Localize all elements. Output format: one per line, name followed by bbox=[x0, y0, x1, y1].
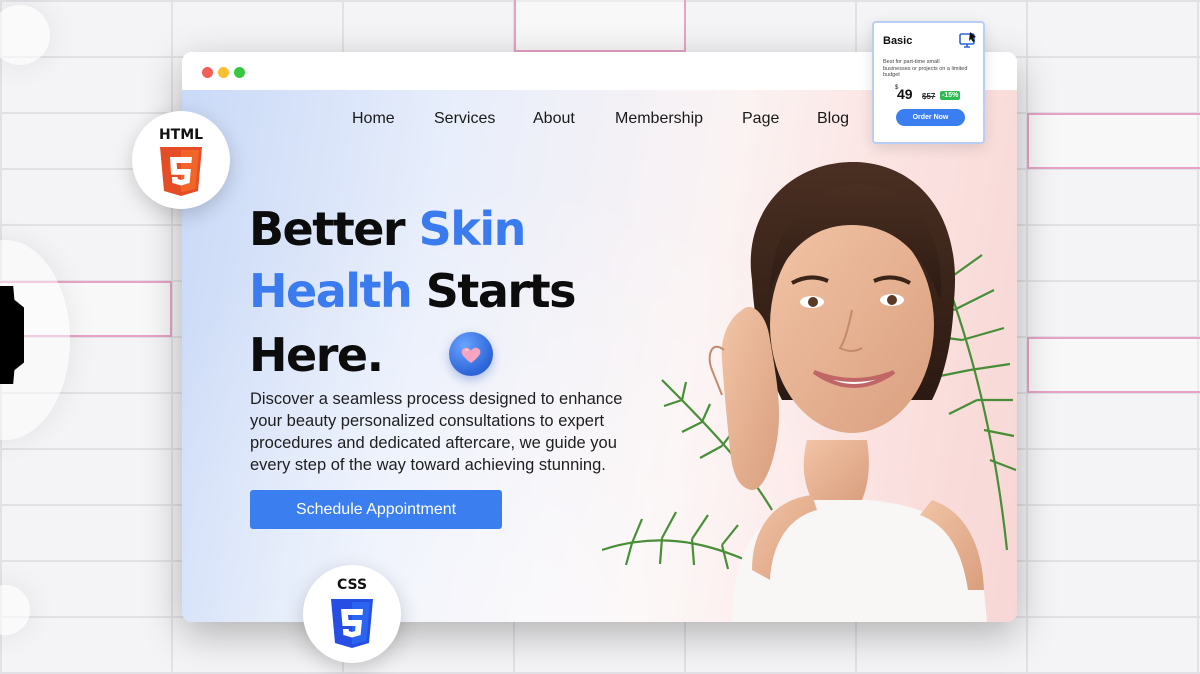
nav-blog[interactable]: Blog bbox=[817, 110, 849, 128]
schedule-appointment-button[interactable]: Schedule Appointment bbox=[250, 490, 502, 529]
maximize-dot[interactable] bbox=[234, 67, 245, 78]
heart-icon bbox=[449, 332, 493, 376]
html5-badge-label: HTML bbox=[158, 127, 204, 143]
hero-model-image bbox=[602, 161, 1017, 622]
css3-badge: CSS bbox=[303, 565, 401, 663]
close-dot[interactable] bbox=[202, 67, 213, 78]
grid-highlight-top bbox=[514, 0, 686, 52]
order-now-button[interactable]: Order Now bbox=[896, 109, 965, 126]
html5-badge: HTML bbox=[132, 111, 230, 209]
css3-shield-icon bbox=[331, 599, 373, 648]
nav-page[interactable]: Page bbox=[742, 110, 779, 128]
nav-home[interactable]: Home bbox=[352, 110, 395, 128]
pricing-discount-badge: -15% bbox=[940, 91, 961, 100]
heading-word-health: Health bbox=[249, 264, 413, 318]
grid-highlight-right-1 bbox=[1027, 113, 1200, 169]
order-icon bbox=[959, 32, 976, 48]
hero-heading-line-2: Health Starts bbox=[249, 268, 576, 314]
heading-word-starts: Starts bbox=[425, 264, 577, 318]
html5-shield-icon bbox=[160, 147, 202, 196]
pricing-old-price: $57 bbox=[922, 92, 936, 101]
nav-membership[interactable]: Membership bbox=[615, 110, 703, 128]
css3-badge-label: CSS bbox=[336, 577, 368, 593]
hero-heading-line-3: Here. bbox=[249, 328, 384, 382]
hero-description: Discover a seamless process designed to … bbox=[250, 390, 623, 474]
pricing-card-basic: Basic Best for part-time small businesse… bbox=[872, 21, 985, 144]
heading-word-better: Better bbox=[249, 202, 406, 256]
heading-word-skin: Skin bbox=[418, 202, 527, 256]
minimize-dot[interactable] bbox=[218, 67, 229, 78]
pricing-price: 49 bbox=[897, 86, 913, 102]
nav-about[interactable]: About bbox=[533, 110, 575, 128]
landing-page: Home Services About Membership Page Blog… bbox=[182, 90, 1017, 622]
pricing-plan-title: Basic bbox=[883, 35, 913, 47]
pricing-plan-description: Best for part-time small businesses or p… bbox=[883, 59, 968, 78]
nav-services[interactable]: Services bbox=[434, 110, 495, 128]
grid-highlight-right-2 bbox=[1027, 337, 1200, 393]
hero-heading-line-1: Better Skin bbox=[249, 206, 526, 252]
